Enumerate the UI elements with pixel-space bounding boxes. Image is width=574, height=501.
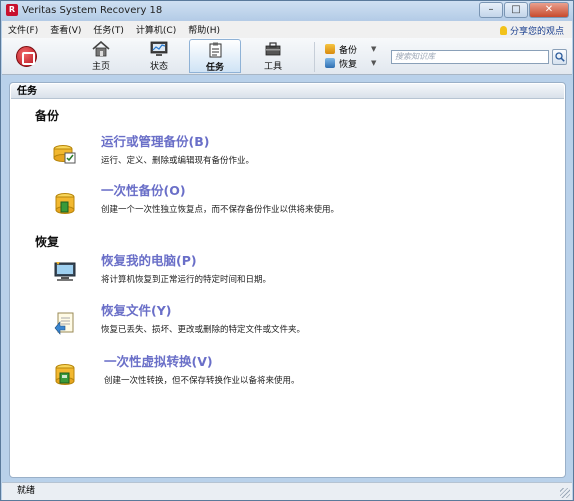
toolbar: 主页 状态 任务 工具 备份 ▼ 恢复 ▼ 搜索知识库 [2, 38, 572, 75]
menu-tasks[interactable]: 任务(T) [87, 23, 130, 36]
task-one-time-backup[interactable]: 一次性备份(O) [101, 180, 186, 199]
backup-icon [325, 44, 335, 54]
quick-menu: 备份 ▼ 恢复 ▼ [325, 42, 376, 70]
tab-tools-label: 工具 [263, 62, 282, 72]
home-icon [92, 41, 110, 57]
quick-backup-label: 备份 [339, 45, 358, 56]
quick-recover-label: 恢复 [339, 59, 358, 70]
share-feedback-label: 分享您的观点 [509, 27, 564, 37]
tasks-panel: 任务 备份 运行或管理备份(B) 运行、定义、删除或编辑现有备份作业。 一次性备… [9, 82, 566, 478]
minimize-button[interactable]: – [479, 2, 503, 18]
menu-view[interactable]: 查看(V) [44, 23, 87, 36]
toolbar-divider [314, 42, 315, 72]
section-title-recover: 恢复 [35, 235, 60, 249]
task-one-time-virtual-conversion[interactable]: 一次性虚拟转换(V) [104, 351, 213, 370]
tab-home[interactable]: 主页 [75, 39, 127, 73]
recover-files-icon [54, 312, 74, 335]
window-title: Veritas System Recovery 18 [22, 5, 163, 16]
veritas-logo-icon[interactable] [16, 46, 37, 67]
tab-tasks-label: 任务 [205, 63, 224, 73]
search-input[interactable]: 搜索知识库 [391, 50, 549, 64]
task-run-manage-backup[interactable]: 运行或管理备份(B) [101, 131, 209, 150]
maximize-button[interactable]: □ [504, 2, 528, 18]
window-controls: – □ ✕ [479, 2, 569, 18]
tools-icon [265, 42, 281, 56]
resize-grip-icon[interactable] [560, 488, 570, 498]
tab-status-label: 状态 [149, 62, 168, 72]
virtual-conversion-icon [55, 364, 75, 385]
menu-computer[interactable]: 计算机(C) [130, 23, 182, 36]
task-one-time-virtual-conversion-desc: 创建一次性转换，但不保存转换作业以备将来使用。 [104, 376, 300, 386]
chevron-down-icon: ▼ [371, 45, 377, 53]
one-time-backup-icon [55, 193, 75, 214]
section-title-backup: 备份 [35, 109, 60, 123]
status-icon [150, 41, 168, 56]
status-bar: 就绪 [2, 482, 572, 500]
task-run-manage-backup-desc: 运行、定义、删除或编辑现有备份作业。 [101, 156, 255, 166]
menu-file[interactable]: 文件(F) [2, 23, 44, 36]
search-icon [554, 52, 565, 62]
app-window: R Veritas System Recovery 18 – □ ✕ 文件(F)… [0, 0, 574, 501]
tab-status[interactable]: 状态 [133, 39, 185, 73]
task-recover-my-computer-desc: 将计算机恢复到正常运行的特定时间和日期。 [101, 275, 272, 285]
panel-header: 任务 [11, 84, 564, 99]
close-button[interactable]: ✕ [529, 2, 569, 18]
title-bar[interactable]: R Veritas System Recovery 18 – □ ✕ [1, 1, 573, 21]
search-button[interactable] [552, 49, 567, 65]
chevron-down-icon: ▼ [371, 59, 377, 67]
task-recover-files-desc: 恢复已丢失、损坏、更改或删除的特定文件或文件夹。 [101, 325, 306, 335]
tab-tools[interactable]: 工具 [247, 39, 299, 73]
task-recover-files[interactable]: 恢复文件(Y) [101, 300, 171, 319]
status-text: 就绪 [17, 486, 36, 496]
recover-icon [325, 58, 335, 68]
recover-computer-icon [54, 262, 76, 281]
task-recover-my-computer[interactable]: 恢复我的电脑(P) [101, 250, 197, 269]
menu-help[interactable]: 帮助(H) [182, 23, 226, 36]
lightbulb-icon [499, 26, 507, 35]
task-one-time-backup-desc: 创建一个一次性独立恢复点，而不保存备份作业以供将来使用。 [101, 205, 340, 215]
tasks-icon [209, 42, 222, 58]
tab-home-label: 主页 [91, 62, 110, 72]
app-logo-icon: R [6, 4, 18, 16]
share-feedback-link[interactable]: 分享您的观点 [499, 24, 564, 37]
quick-recover-menu[interactable]: 恢复 ▼ [325, 56, 376, 70]
quick-backup-menu[interactable]: 备份 ▼ [325, 42, 376, 56]
tab-tasks[interactable]: 任务 [189, 39, 241, 73]
menu-bar: 文件(F) 查看(V) 任务(T) 计算机(C) 帮助(H) 分享您的观点 [2, 21, 572, 38]
manage-backup-icon [53, 145, 76, 164]
